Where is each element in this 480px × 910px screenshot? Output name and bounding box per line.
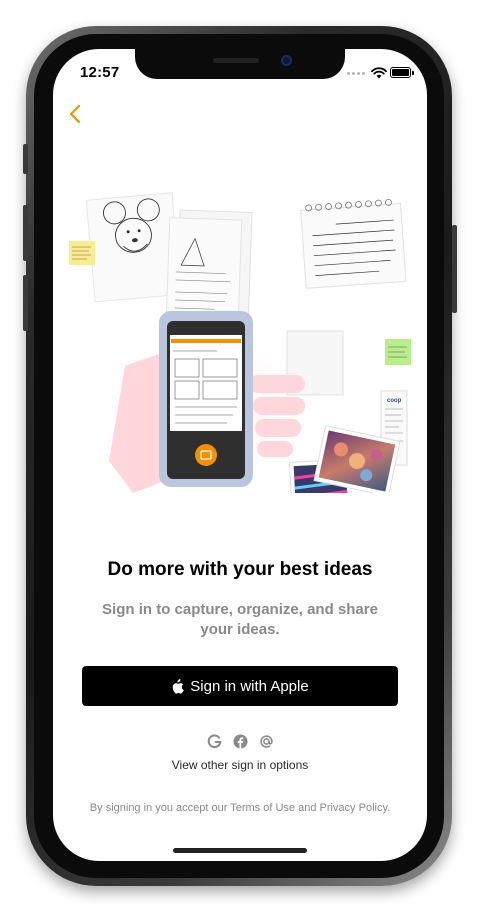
apple-button-label: Sign in with Apple (190, 677, 309, 695)
apple-logo-icon (173, 678, 185, 694)
back-button[interactable] (61, 99, 89, 129)
scanning-phone (159, 311, 253, 487)
notch (135, 49, 345, 79)
legal-notice: By signing in you accept our Terms of Us… (89, 802, 391, 814)
sticky-note-yellow (69, 241, 95, 265)
wifi-icon (371, 66, 387, 84)
volume-up-button (23, 205, 28, 261)
power-button (452, 225, 457, 313)
sticky-note-green (385, 339, 411, 365)
facebook-icon[interactable] (232, 733, 248, 749)
view-other-sign-in-options-link[interactable]: View other sign in options (53, 758, 427, 772)
svg-text:coop: coop (387, 398, 402, 404)
spiral-notebook-page (300, 198, 407, 289)
hero-illustration: coop (69, 192, 411, 493)
home-indicator[interactable] (173, 848, 307, 853)
google-icon[interactable] (206, 733, 222, 749)
cellular-signal-icon (347, 72, 365, 75)
speaker-grille (213, 58, 259, 63)
alternative-sign-in-icons (53, 733, 427, 749)
sketch-paper (85, 192, 182, 303)
page-subtitle: Sign in to capture, organize, and share … (102, 601, 378, 638)
front-camera (281, 55, 292, 66)
page-title: Do more with your best ideas (107, 559, 373, 580)
status-time: 12:57 (80, 64, 120, 81)
at-sign-icon[interactable] (258, 733, 274, 749)
sign-in-with-apple-button[interactable]: Sign in with Apple (82, 666, 398, 706)
chevron-left-icon (69, 104, 81, 124)
mute-switch (23, 144, 28, 174)
app-screen: 12:57 coop Do more with your best ideas … (53, 49, 427, 861)
volume-down-button (23, 275, 28, 331)
battery-icon (390, 67, 414, 78)
